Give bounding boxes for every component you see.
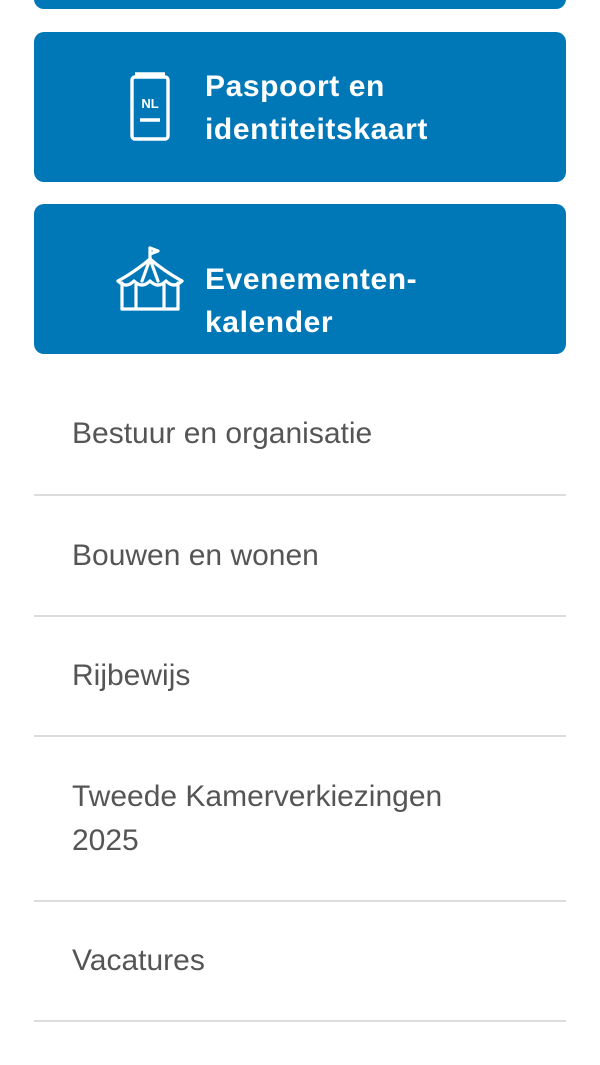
menu-item-bouwen[interactable]: Bouwen en wonen — [34, 496, 566, 617]
menu-item-label: Bestuur en organisatie — [72, 417, 373, 450]
menu-item-label: Bouwen en wonen — [72, 538, 319, 572]
tent-icon — [114, 243, 186, 315]
tile-events[interactable]: Evenementen-kalender — [34, 204, 566, 354]
tile-partial-top[interactable] — [34, 0, 566, 9]
menu-item-label: Vacatures — [72, 944, 205, 977]
tile-passport-label: Paspoort en identiteitskaart — [205, 70, 428, 146]
menu-list: Bestuur en organisatie Bouwen en wonen R… — [34, 374, 566, 1022]
page: NL Paspoort en identiteitskaart Evenemen… — [0, 0, 600, 1065]
menu-item-bestuur[interactable]: Bestuur en organisatie — [34, 374, 566, 496]
menu-item-verkiezingen[interactable]: Tweede Kamerverkiezingen 2025 — [34, 737, 566, 902]
menu-item-rijbewijs[interactable]: Rijbewijs — [34, 617, 566, 737]
passport-icon-text: NL — [141, 96, 158, 111]
tile-passport[interactable]: NL Paspoort en identiteitskaart — [34, 32, 566, 182]
menu-item-vacatures[interactable]: Vacatures — [34, 902, 566, 1022]
passport-nl-icon: NL — [114, 71, 186, 143]
tile-events-label: Evenementen-kalender — [205, 263, 418, 339]
menu-item-label: Tweede Kamerverkiezingen 2025 — [72, 779, 443, 857]
menu-item-label: Rijbewijs — [72, 659, 191, 692]
